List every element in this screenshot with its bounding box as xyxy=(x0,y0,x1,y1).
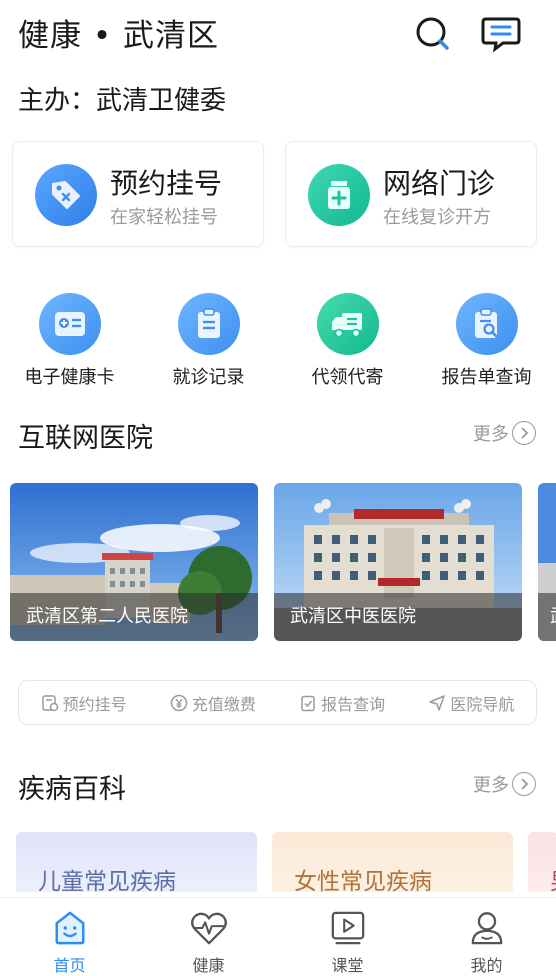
message-icon[interactable] xyxy=(481,14,521,54)
nav-health[interactable]: 健康 xyxy=(139,898,278,976)
service-label: 报告查询 xyxy=(321,694,386,714)
service-register[interactable]: 预约挂号 xyxy=(41,691,127,715)
delivery-truck-icon xyxy=(316,293,379,355)
tag-icon xyxy=(35,164,97,226)
home-screen: 健康 • 武清区 主办：武清卫健委 预约挂号 在家轻松挂号 网络门诊 在线复诊开… xyxy=(0,0,556,976)
report-check-icon xyxy=(301,695,315,711)
card-subtitle: 在家轻松挂号 xyxy=(110,207,218,228)
service-label: 充值缴费 xyxy=(191,694,256,714)
quick-action-health-card[interactable]: 电子健康卡 xyxy=(0,293,139,389)
disease-card-label: 男 xyxy=(550,862,556,892)
hospital-name: 武清区第二人民医院 xyxy=(10,593,258,641)
more-label: 更多 xyxy=(473,424,509,445)
register-icon xyxy=(41,694,58,711)
section-title-internet-hospital: 互联网医院 xyxy=(18,423,153,454)
nav-home[interactable]: 首页 xyxy=(0,898,139,976)
appointment-card[interactable]: 预约挂号 在家轻松挂号 xyxy=(12,141,264,247)
quick-action-delivery[interactable]: 代领代寄 xyxy=(278,293,417,389)
nav-classroom[interactable]: 课堂 xyxy=(278,898,417,976)
clipboard-icon xyxy=(177,293,240,355)
section-title-disease-encyclopedia: 疾病百科 xyxy=(18,774,126,805)
disease-card-label: 儿童常见疾病 xyxy=(38,869,176,892)
quick-action-label: 电子健康卡 xyxy=(24,367,115,388)
quick-action-visit-records[interactable]: 就诊记录 xyxy=(139,293,278,389)
hospital-services-bar: 预约挂号 充值缴费 报告查询 医院导航 xyxy=(18,680,537,725)
video-play-icon xyxy=(331,911,364,945)
more-link-diseases[interactable]: 更多 xyxy=(473,771,536,797)
disease-card-partial[interactable]: 男 xyxy=(528,832,556,892)
disease-card-children[interactable]: 儿童常见疾病 xyxy=(16,832,257,892)
nav-me[interactable]: 我的 xyxy=(417,898,556,976)
health-card-icon xyxy=(38,293,101,355)
service-navigation[interactable]: 医院导航 xyxy=(428,691,514,715)
chevron-right-icon xyxy=(512,772,536,796)
user-icon xyxy=(471,912,502,945)
service-report[interactable]: 报告查询 xyxy=(299,691,385,715)
chevron-right-icon xyxy=(512,421,536,445)
yen-icon xyxy=(170,694,188,711)
more-label: 更多 xyxy=(473,775,509,796)
app-title: 健康 • 武清区 xyxy=(18,18,219,54)
nav-label: 我的 xyxy=(470,956,503,975)
service-label: 医院导航 xyxy=(450,694,515,714)
navigation-icon xyxy=(429,694,446,711)
card-title: 预约挂号 xyxy=(110,167,223,200)
quick-action-report-query[interactable]: 报告单查询 xyxy=(417,293,556,389)
quick-action-label: 就诊记录 xyxy=(172,367,245,388)
hospital-card-partial[interactable]: 武 xyxy=(538,483,556,641)
hospital-card-tcm[interactable]: 武清区中医医院 xyxy=(274,483,522,641)
bottom-navigation: 首页 健康 课堂 我的 xyxy=(0,897,556,976)
disease-card-label: 女性常见疾病 xyxy=(294,869,432,892)
quick-action-label: 报告单查询 xyxy=(441,367,532,388)
nav-label: 健康 xyxy=(192,956,225,975)
organizer-label: 主办：武清卫健委 xyxy=(18,86,227,116)
hospital-name: 武 xyxy=(538,593,556,641)
card-subtitle: 在线复诊开方 xyxy=(383,207,491,228)
quick-action-label: 代领代寄 xyxy=(311,367,384,388)
hospital-card-second-peoples[interactable]: 武清区第二人民医院 xyxy=(10,483,258,641)
medicine-bottle-icon xyxy=(308,164,370,226)
home-smile-icon xyxy=(55,911,84,945)
heartbeat-icon xyxy=(190,912,227,945)
service-payment[interactable]: 充值缴费 xyxy=(170,691,256,715)
card-title: 网络门诊 xyxy=(383,167,496,200)
more-link-hospitals[interactable]: 更多 xyxy=(473,420,536,446)
online-clinic-card[interactable]: 网络门诊 在线复诊开方 xyxy=(285,141,537,247)
nav-label: 课堂 xyxy=(331,956,364,975)
search-icon[interactable] xyxy=(413,14,453,54)
service-label: 预约挂号 xyxy=(62,694,127,714)
nav-label: 首页 xyxy=(53,956,86,975)
report-search-icon xyxy=(455,293,518,355)
hospital-name: 武清区中医医院 xyxy=(274,593,522,641)
disease-card-women[interactable]: 女性常见疾病 xyxy=(272,832,513,892)
